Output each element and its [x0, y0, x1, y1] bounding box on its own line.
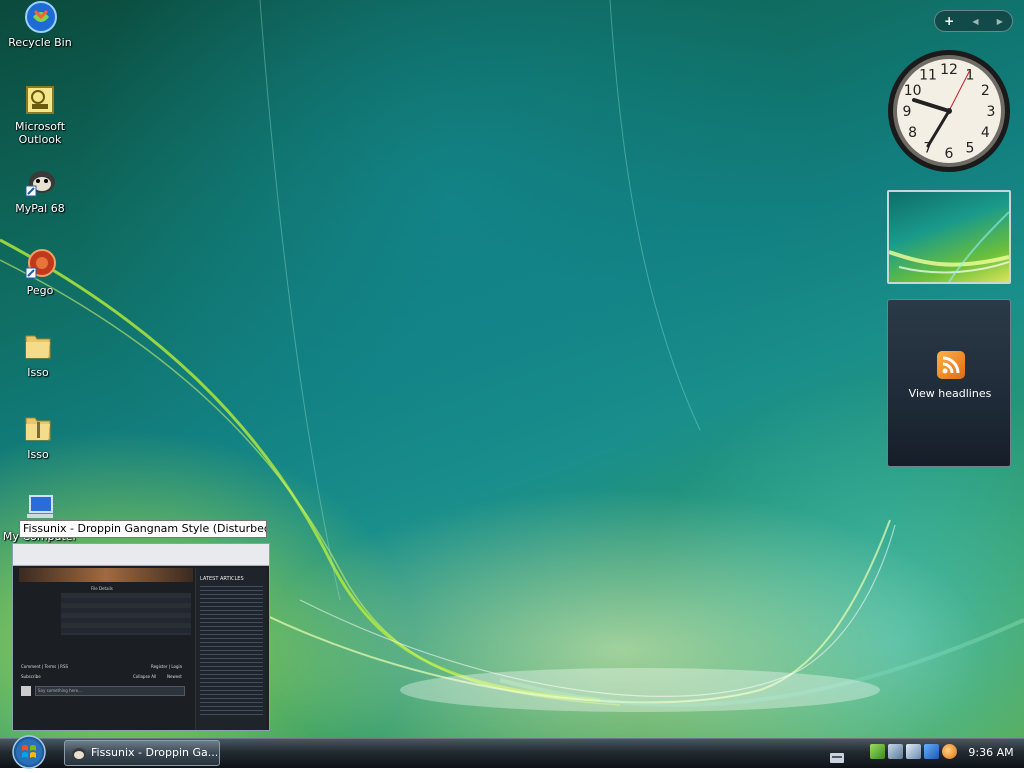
preview-register-login: Register | Login	[151, 664, 183, 669]
preview-sidebar: LATEST ARTICLES	[195, 568, 267, 730]
next-gadgets-button[interactable]: ▶	[997, 17, 1003, 26]
desktop-icon-label: Microsoft Outlook	[14, 120, 66, 146]
keyboard-language-icon[interactable]	[830, 748, 844, 763]
clock-number: 3	[987, 104, 996, 120]
feed-headlines-gadget[interactable]: View headlines	[887, 299, 1011, 467]
preview-details-table	[61, 593, 191, 635]
desktop-icon-label: MyPal 68	[15, 202, 65, 215]
clock-number: 8	[908, 125, 917, 141]
taskbar-window-preview[interactable]: File Details Comment | Terms | RSS Regis…	[12, 543, 270, 731]
system-tray	[870, 744, 960, 762]
taskbar-button-label: Fissunix - Droppin Ga...	[91, 746, 219, 759]
previous-gadgets-button[interactable]: ◀	[972, 17, 978, 26]
outlook-icon	[24, 84, 56, 116]
preview-comment-bar: Comment | Terms | RSS	[21, 664, 69, 669]
preview-video-area	[19, 568, 193, 582]
desktop-icon-recycle-bin[interactable]: Recycle Bin	[0, 0, 80, 49]
clock-number: 11	[919, 68, 937, 84]
slideshow-image	[889, 211, 1009, 282]
search-tray-icon[interactable]	[942, 744, 957, 759]
security-check-icon[interactable]	[870, 744, 885, 759]
preview-subscribe: Subscribe	[21, 674, 41, 679]
mypal-browser-icon	[24, 166, 56, 198]
mypal-browser-icon	[71, 746, 87, 760]
taskbar-clock[interactable]: 9:36 AM	[964, 738, 1018, 768]
add-gadget-button[interactable]: +	[944, 14, 954, 28]
slideshow-gadget[interactable]	[887, 190, 1011, 284]
desktop-icon-isso-folder[interactable]: Isso	[0, 330, 78, 379]
desktop-icon-label: Isso	[27, 448, 49, 461]
clock-face: 12 1234567891011	[888, 50, 1010, 172]
clock-number: 6	[945, 146, 954, 162]
windows-logo-icon	[12, 735, 46, 769]
view-headlines-label[interactable]: View headlines	[888, 387, 1012, 400]
desktop-icon-isso-zip[interactable]: Isso	[0, 412, 78, 461]
desktop-icon-mypal[interactable]: MyPal 68	[0, 166, 80, 215]
preview-sidebar-list	[200, 586, 263, 716]
start-button[interactable]	[6, 735, 52, 769]
preview-collapse-all: Collapse All	[133, 674, 157, 679]
clock-number: 2	[981, 83, 990, 99]
text-tool-icon[interactable]	[924, 744, 939, 759]
rss-feed-icon	[937, 351, 965, 379]
desktop-icon-label: Recycle Bin	[8, 36, 72, 49]
pego-icon	[24, 248, 56, 280]
clock-number: 9	[903, 104, 912, 120]
desktop-icon-label: Pego	[26, 284, 54, 297]
taskbar-tooltip: Fissunix - Droppin Gangnam Style (Distur…	[19, 520, 267, 538]
clock-gadget[interactable]: 12 1 2 3 4 5 6 7 8 9 10 11	[886, 48, 1012, 174]
preview-file-details-title: File Details	[91, 586, 113, 591]
recycle-bin-icon	[24, 0, 57, 33]
preview-browser-chrome	[13, 544, 269, 566]
gadget-toolbar: + ◀ ▶	[934, 10, 1013, 32]
clock-number: 12	[940, 62, 958, 78]
clock-number: 10	[904, 83, 922, 99]
desktop-icon-pego[interactable]: Pego	[0, 248, 80, 297]
folder-icon	[22, 330, 54, 362]
zip-folder-icon	[22, 412, 54, 444]
preview-newest: Newest	[167, 674, 182, 679]
network-icon[interactable]	[888, 744, 903, 759]
clock-number: 4	[981, 125, 990, 141]
desktop-icon-label: Isso	[27, 366, 49, 379]
preview-comment-input: Say something here...	[35, 686, 185, 696]
display-icon[interactable]	[906, 744, 921, 759]
preview-sidebar-title: LATEST ARTICLES	[200, 576, 244, 582]
clock-number: 5	[966, 140, 975, 156]
desktop-icon-microsoft-outlook[interactable]: Microsoft Outlook	[0, 84, 80, 146]
preview-avatar	[21, 686, 31, 696]
taskbar-button-browser[interactable]: Fissunix - Droppin Ga...	[64, 740, 220, 766]
